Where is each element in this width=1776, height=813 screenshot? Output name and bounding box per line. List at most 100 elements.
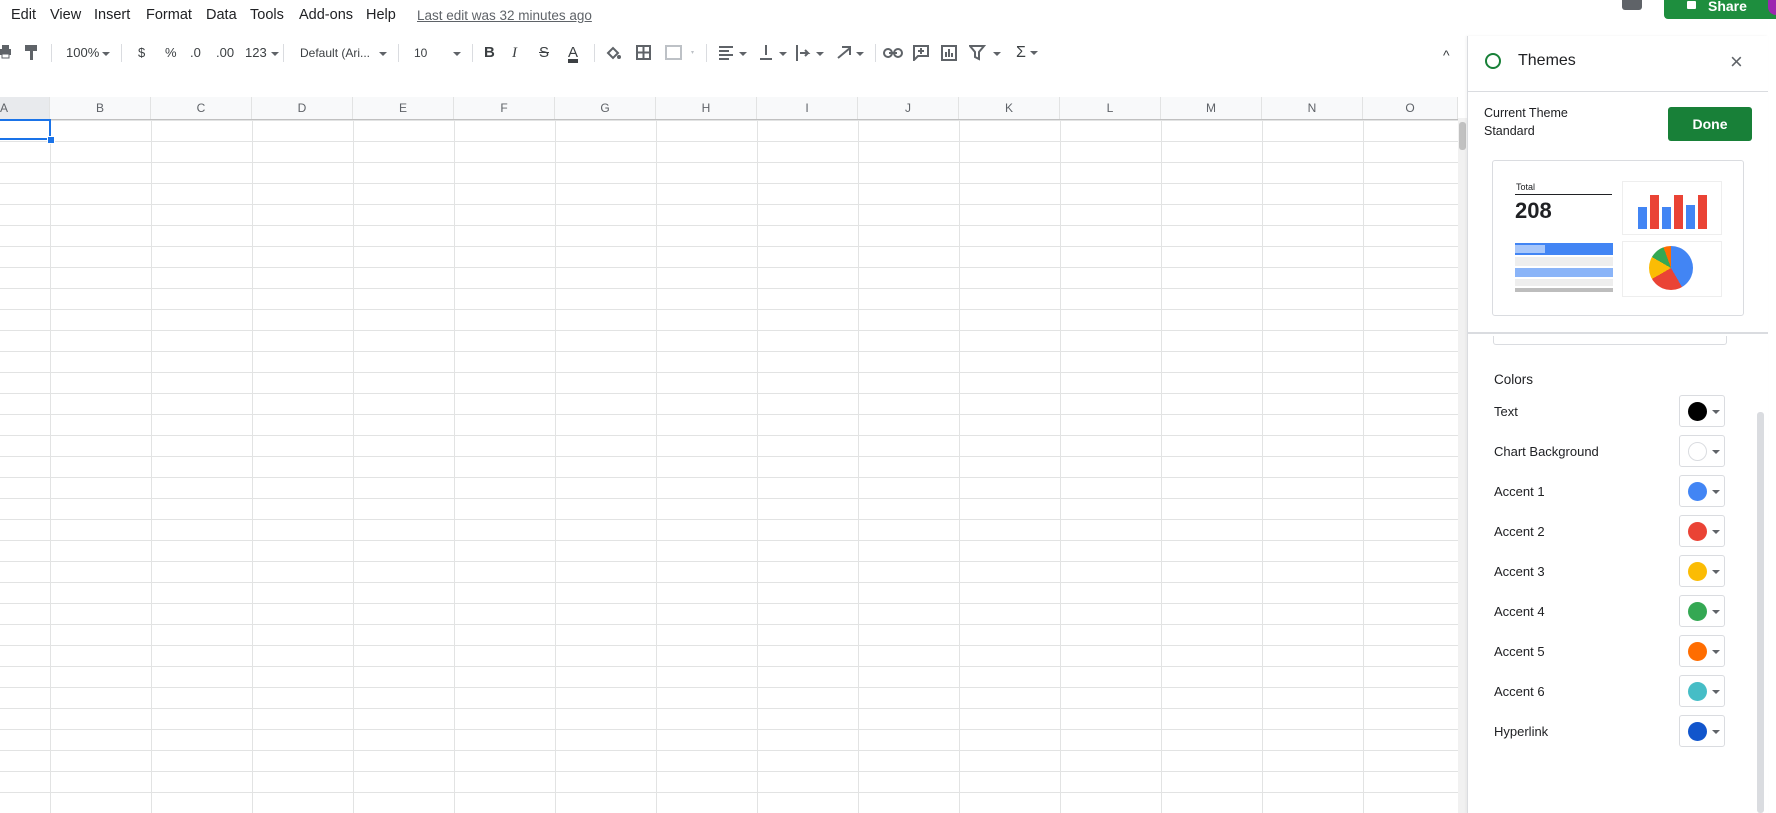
- menu-edit[interactable]: Edit: [11, 7, 36, 23]
- currency-format-button[interactable]: $: [138, 45, 145, 61]
- preview-divider: [1515, 194, 1612, 195]
- done-button[interactable]: Done: [1668, 107, 1752, 141]
- panel-scrollbar[interactable]: [1757, 412, 1764, 813]
- menu-add-ons[interactable]: Add-ons: [299, 7, 353, 23]
- color-row-hyperlink: Hyperlink: [1468, 712, 1768, 752]
- column-header-l[interactable]: L: [1060, 97, 1161, 119]
- insert-chart-icon[interactable]: [941, 45, 957, 61]
- paint-format-icon[interactable]: [25, 45, 39, 61]
- themes-panel: Themes × Current Theme Standard Done Tot…: [1467, 36, 1768, 813]
- color-label: Accent 2: [1494, 524, 1545, 539]
- menu-help[interactable]: Help: [366, 7, 396, 23]
- font-family-select[interactable]: Default (Ari...: [300, 45, 370, 61]
- chevron-down-icon: [270, 51, 279, 56]
- text-color-picker[interactable]: [1679, 395, 1725, 427]
- column-header-f[interactable]: F: [454, 97, 555, 119]
- preview-table-row: [1515, 268, 1613, 277]
- color-label: Hyperlink: [1494, 724, 1549, 739]
- column-header-n[interactable]: N: [1262, 97, 1363, 119]
- column-header-k[interactable]: K: [959, 97, 1060, 119]
- menu-insert[interactable]: Insert: [94, 7, 130, 23]
- accent-6-color-picker[interactable]: [1679, 675, 1725, 707]
- bold-button[interactable]: B: [484, 45, 495, 61]
- column-header-m[interactable]: M: [1161, 97, 1262, 119]
- column-header-o[interactable]: O: [1363, 97, 1458, 119]
- chevron-down-icon: [1712, 650, 1720, 654]
- panel-divider: [1468, 332, 1768, 334]
- menu-format[interactable]: Format: [146, 7, 192, 23]
- filter-icon[interactable]: [969, 45, 1003, 61]
- comment-history-icon[interactable]: [1622, 0, 1642, 10]
- themes-panel-header: Themes ×: [1468, 36, 1768, 92]
- vertical-align-icon[interactable]: [759, 45, 789, 61]
- scrollbar-thumb[interactable]: [1459, 122, 1466, 150]
- column-header-h[interactable]: H: [656, 97, 757, 119]
- column-header-i[interactable]: I: [757, 97, 858, 119]
- insert-comment-icon[interactable]: [913, 45, 929, 61]
- last-edit-link[interactable]: Last edit was 32 minutes ago: [417, 8, 592, 23]
- color-row-accent-1: Accent 1: [1468, 472, 1768, 512]
- color-label: Accent 5: [1494, 644, 1545, 659]
- menu-data[interactable]: Data: [206, 7, 237, 23]
- color-label: Accent 3: [1494, 564, 1545, 579]
- close-icon[interactable]: ×: [1730, 49, 1743, 75]
- color-swatch: [1688, 682, 1707, 701]
- percent-format-button[interactable]: %: [165, 45, 177, 61]
- spreadsheet-grid[interactable]: A B C D E F G H I J K L M N O: [0, 97, 1458, 813]
- chevron-down-icon: [1712, 450, 1720, 454]
- column-header-a[interactable]: A: [0, 97, 50, 119]
- text-rotation-icon[interactable]: [836, 45, 866, 61]
- color-label: Accent 4: [1494, 604, 1545, 619]
- selected-cell[interactable]: [0, 119, 51, 140]
- toolbar-separator: [51, 44, 52, 62]
- color-row-accent-4: Accent 4: [1468, 592, 1768, 632]
- strikethrough-button[interactable]: S: [539, 45, 549, 61]
- color-swatch: [1688, 482, 1707, 501]
- print-icon[interactable]: [0, 45, 12, 59]
- color-label: Accent 6: [1494, 684, 1545, 699]
- font-size-select[interactable]: 10: [414, 45, 427, 61]
- share-button[interactable]: Share: [1664, 0, 1776, 19]
- text-color-button[interactable]: A: [568, 45, 578, 61]
- zoom-select[interactable]: 100%: [66, 45, 99, 61]
- italic-button[interactable]: I: [512, 45, 517, 61]
- sheet-vertical-scrollbar[interactable]: [1458, 118, 1467, 813]
- accent-3-color-picker[interactable]: [1679, 555, 1725, 587]
- preview-table-row: [1515, 279, 1613, 286]
- borders-icon[interactable]: [636, 45, 651, 60]
- column-header-d[interactable]: D: [252, 97, 353, 119]
- menu-tools[interactable]: Tools: [250, 7, 284, 23]
- more-formats-button[interactable]: 123: [245, 45, 279, 61]
- preview-table-row: [1515, 245, 1545, 253]
- column-header-e[interactable]: E: [353, 97, 454, 119]
- preview-table-row: [1515, 257, 1613, 266]
- column-header-row: A B C D E F G H I J K L M N O: [0, 97, 1458, 120]
- accent-4-color-picker[interactable]: [1679, 595, 1725, 627]
- text-wrapping-icon[interactable]: [796, 45, 826, 61]
- color-row-chart-background: Chart Background: [1468, 432, 1768, 472]
- preview-pie: [1649, 246, 1693, 290]
- menu-view[interactable]: View: [50, 7, 81, 23]
- accent-1-color-picker[interactable]: [1679, 475, 1725, 507]
- functions-button[interactable]: Σ: [1016, 45, 1038, 61]
- chevron-down-icon: [1029, 50, 1038, 55]
- column-header-j[interactable]: J: [858, 97, 959, 119]
- hyperlink-color-picker[interactable]: [1679, 715, 1725, 747]
- column-header-b[interactable]: B: [50, 97, 151, 119]
- merge-cells-icon[interactable]: [665, 45, 695, 60]
- horizontal-align-icon[interactable]: [719, 46, 749, 60]
- colors-section-title: Colors: [1494, 372, 1534, 387]
- column-header-c[interactable]: C: [151, 97, 252, 119]
- insert-link-icon[interactable]: [883, 48, 903, 58]
- chart-background-color-picker[interactable]: [1679, 435, 1725, 467]
- fill-handle[interactable]: [47, 136, 55, 144]
- accent-2-color-picker[interactable]: [1679, 515, 1725, 547]
- increase-decimal-button[interactable]: .00: [216, 45, 234, 61]
- cell-grid[interactable]: [0, 120, 1458, 813]
- decrease-decimal-button[interactable]: .0: [190, 45, 201, 61]
- share-button-label: Share: [1708, 0, 1747, 14]
- collapse-toolbar-icon[interactable]: ^: [1443, 47, 1450, 63]
- fill-color-icon[interactable]: [605, 45, 621, 61]
- column-header-g[interactable]: G: [555, 97, 656, 119]
- accent-5-color-picker[interactable]: [1679, 635, 1725, 667]
